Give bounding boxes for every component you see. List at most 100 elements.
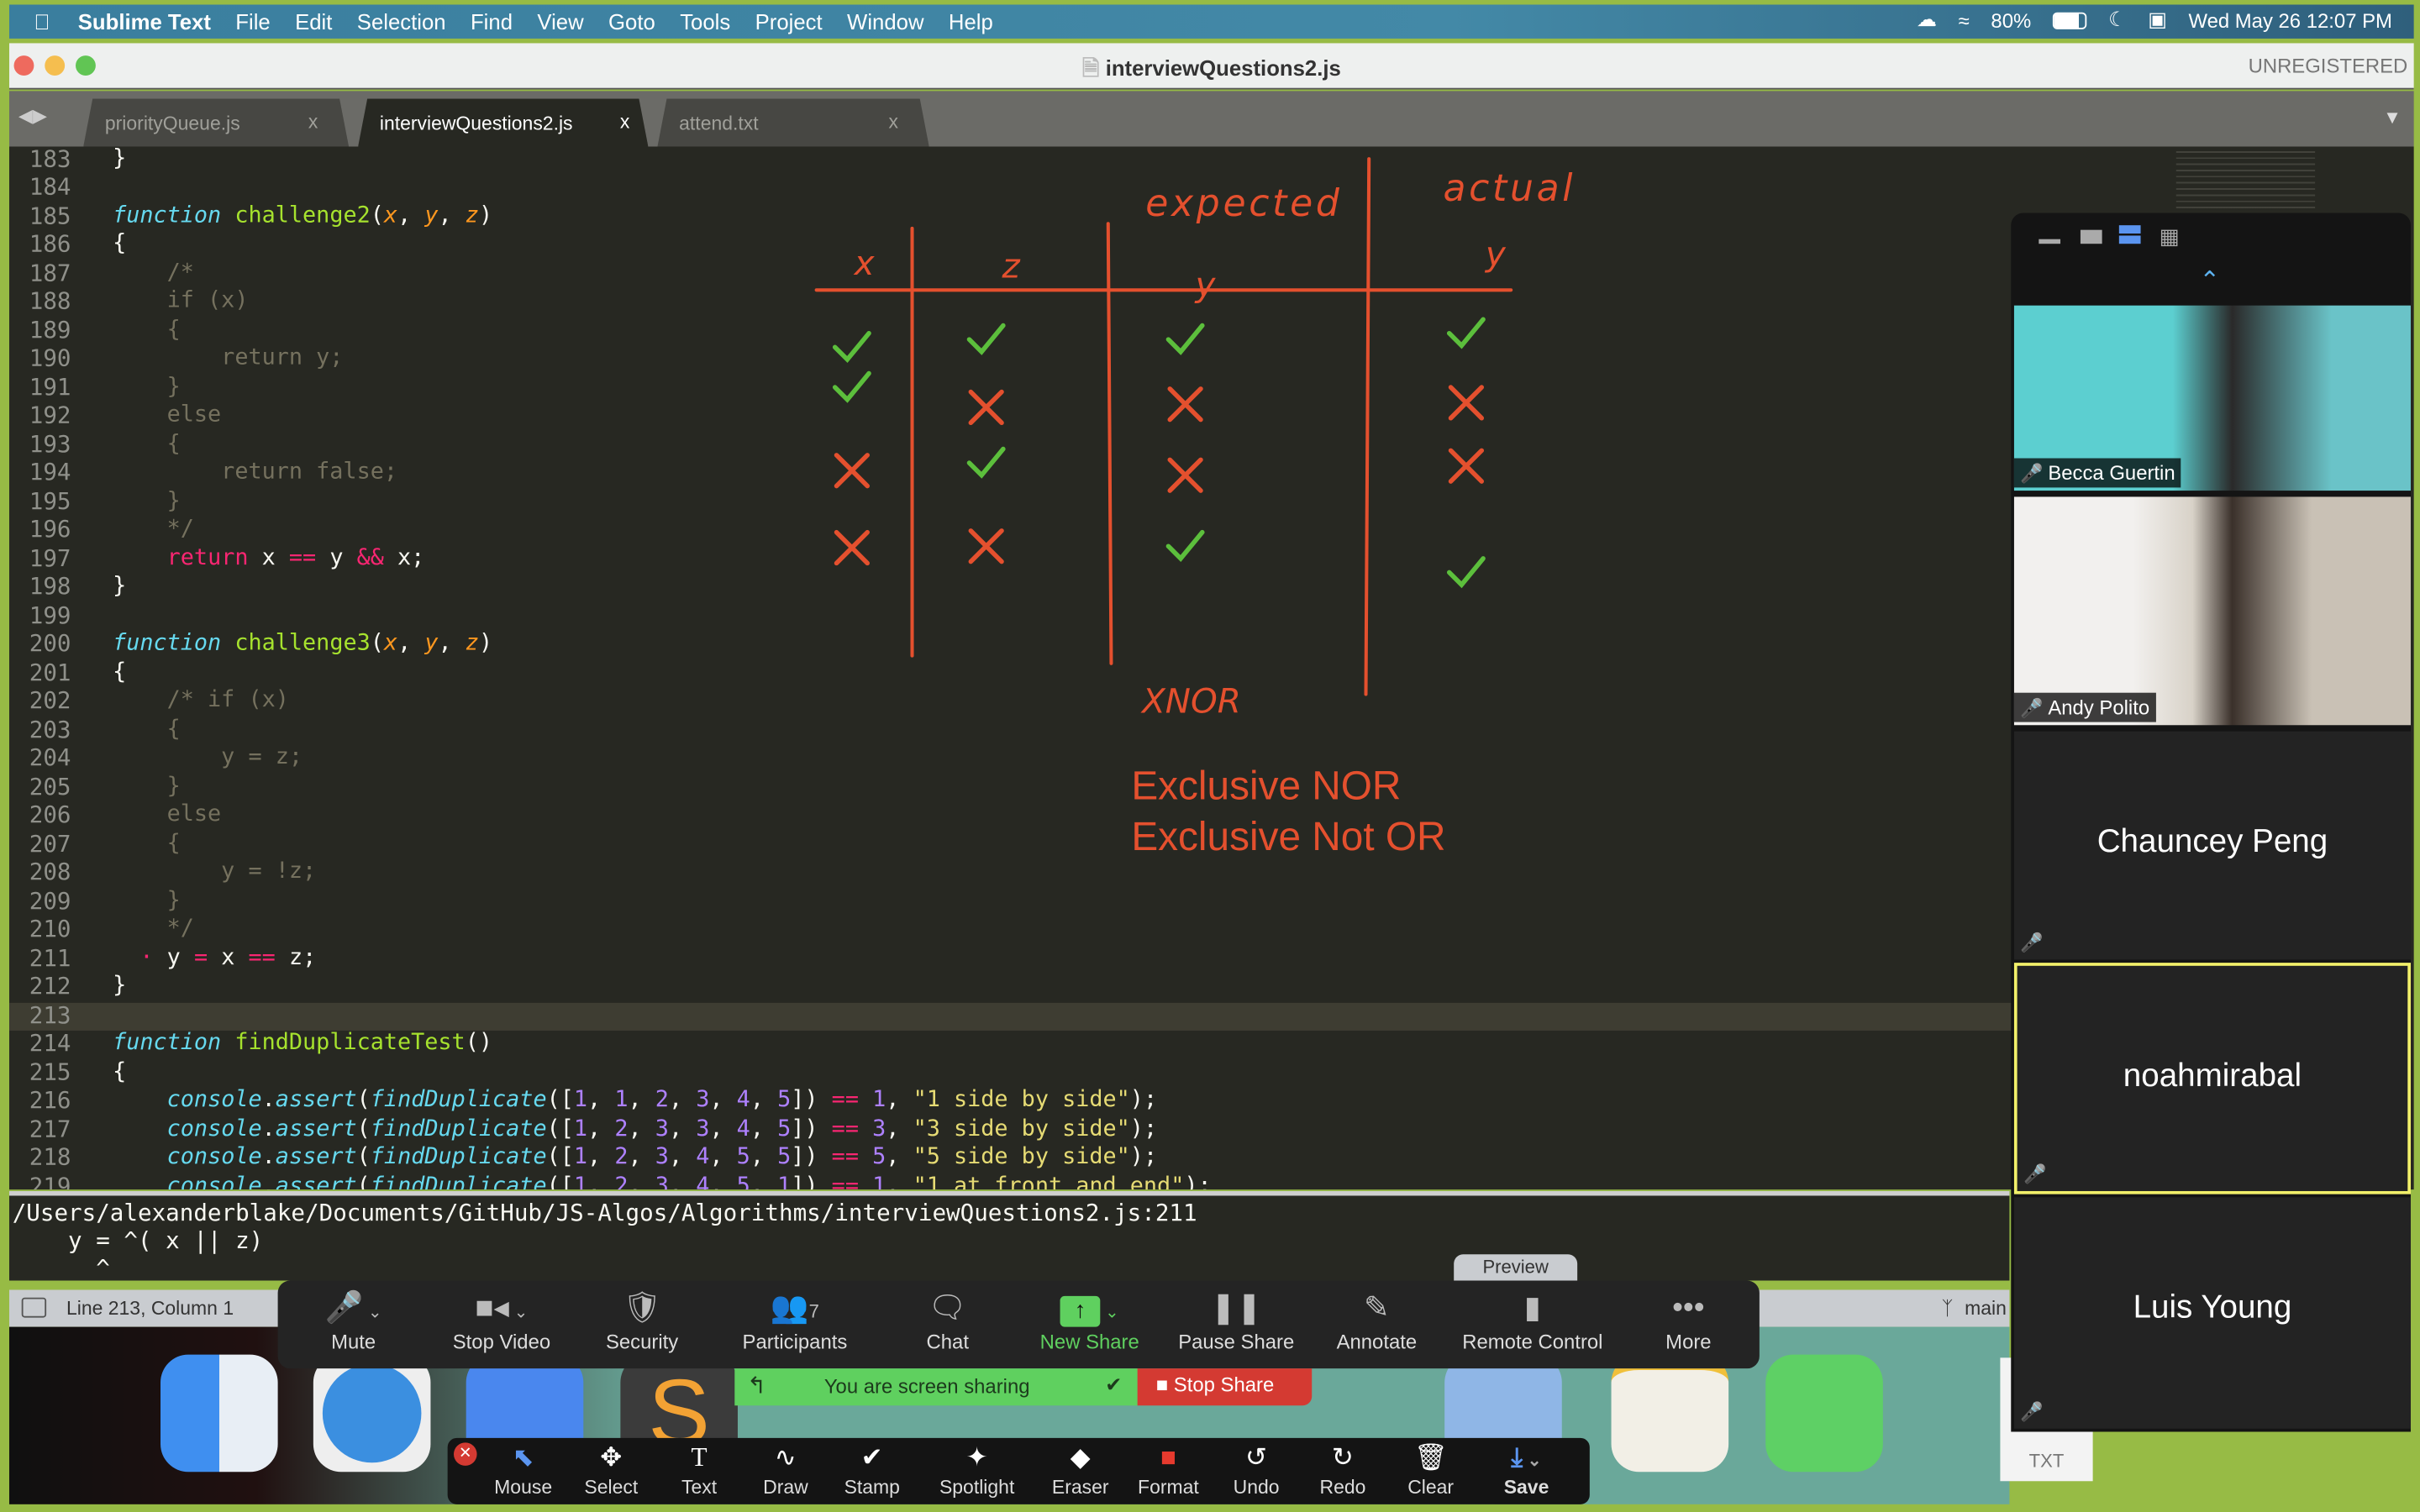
close-annotation-icon[interactable]: ✕ <box>454 1442 477 1466</box>
cloud-upload-icon[interactable]: ☁ <box>1917 8 1937 32</box>
line-number: 202 <box>29 686 71 715</box>
battery-icon[interactable] <box>2052 11 2087 29</box>
tab-close-icon[interactable]: x <box>308 111 318 133</box>
column-header: y <box>1195 265 1217 305</box>
label: Eraser <box>1051 1476 1109 1499</box>
participant-tile[interactable]: Luis Young 🎤 <box>2013 1197 2411 1429</box>
mouse-icon: ▮ <box>1523 1291 1541 1326</box>
redo-button[interactable]: ↻ Redo <box>1320 1442 1366 1498</box>
eraser-tool[interactable]: ◆ Eraser <box>1052 1442 1109 1498</box>
check-mark <box>832 330 871 364</box>
pause-share-button[interactable]: ❚❚ Pause Share <box>1178 1287 1294 1352</box>
chat-button[interactable]: 🗨 Chat <box>927 1287 969 1352</box>
control-center-icon[interactable]: ▣ <box>2148 8 2167 32</box>
tab-close-icon[interactable]: x <box>889 111 898 133</box>
menu-project[interactable]: Project <box>755 9 823 34</box>
save-button[interactable]: ⤓ ⌄ Save <box>1504 1442 1549 1498</box>
participants-button[interactable]: 👥7 Participants <box>743 1287 848 1352</box>
dock-finder-icon[interactable] <box>160 1354 278 1473</box>
cross-mark <box>1448 448 1485 484</box>
error-caret: ^ <box>12 1254 110 1283</box>
check-mark <box>1165 323 1205 355</box>
column-header: x <box>853 243 876 283</box>
apple-menu-icon[interactable]:  <box>34 9 50 34</box>
menu-view[interactable]: View <box>537 9 583 34</box>
unregistered-label: UNREGISTERED <box>2248 54 2408 77</box>
draw-tool[interactable]: ∿ Draw <box>763 1442 808 1498</box>
remote-control-button[interactable]: ▮ Remote Control <box>1462 1287 1602 1352</box>
participant-tile[interactable]: 🎤 Andy Polito <box>2013 496 2411 726</box>
check-mark <box>1165 529 1205 562</box>
chat-bubble-icon: 🗨 <box>928 1291 968 1326</box>
line-number: 188 <box>29 286 71 315</box>
menu-goto[interactable]: Goto <box>608 9 655 34</box>
label: Annotate <box>1336 1330 1418 1353</box>
undo-button[interactable]: ↺ Undo <box>1234 1442 1280 1498</box>
participant-tile[interactable]: Chauncey Peng 🎤 <box>2013 731 2411 960</box>
format-tool[interactable]: ■ Format <box>1138 1442 1199 1498</box>
stop-video-button[interactable]: ■◂ ⌄ Stop Video <box>453 1287 550 1352</box>
moon-icon[interactable]: ☾ <box>2108 8 2126 32</box>
menu-window[interactable]: Window <box>847 9 923 34</box>
tab-attend[interactable]: attend.txt x <box>657 99 929 147</box>
more-button[interactable]: ••• More <box>1665 1287 1711 1352</box>
menu-tools[interactable]: Tools <box>680 9 730 34</box>
grid-view-icon[interactable]: ▦ <box>2160 223 2180 249</box>
shield-icon: 🛡 <box>622 1291 662 1326</box>
clock[interactable]: Wed May 26 12:07 PM <box>2188 8 2391 32</box>
gallery-strip-view-icon[interactable] <box>2118 225 2141 244</box>
shield-check-icon: ✔ <box>1105 1373 1123 1397</box>
spotlight-tool[interactable]: ✦ Spotlight <box>939 1442 1014 1498</box>
mute-button[interactable]: 🎤 ⌄ Mute <box>324 1287 381 1352</box>
minimap[interactable] <box>2175 146 2316 208</box>
menu-edit[interactable]: Edit <box>295 9 332 34</box>
tab-nav-arrows-icon[interactable]: ◀▶ <box>18 105 47 127</box>
battery-percent[interactable]: 80% <box>1991 8 2031 32</box>
menu-app-name[interactable]: Sublime Text <box>78 9 211 34</box>
menu-find[interactable]: Find <box>471 9 513 34</box>
move-arrows-icon: ✥ <box>600 1442 623 1473</box>
participant-name: Becca Guertin <box>2048 461 2175 485</box>
tab-interviewquestions2[interactable]: interviewQuestions2.js x <box>358 99 648 147</box>
window-titlebar: 🗎 interviewQuestions2.js UNREGISTERED <box>9 43 2414 90</box>
git-branch[interactable]: main <box>1965 1298 2007 1320</box>
trash-icon: 🗑 <box>1413 1442 1448 1473</box>
tab-priorityqueue[interactable]: priorityQueue.js x <box>83 99 349 147</box>
tab-label: priorityQueue.js <box>104 113 240 134</box>
panel-toggle-icon[interactable] <box>21 1297 47 1318</box>
annotate-button[interactable]: ✎ Annotate <box>1336 1287 1418 1353</box>
build-output-panel: /Users/alexanderblake/Documents/GitHub/J… <box>9 1190 2010 1283</box>
minimize-view-icon[interactable] <box>2039 239 2061 244</box>
mouse-tool[interactable]: ⬉ Mouse <box>494 1442 552 1498</box>
security-button[interactable]: 🛡 Security <box>606 1287 678 1352</box>
menu-file[interactable]: File <box>235 9 270 34</box>
line-number: 184 <box>29 172 71 201</box>
save-download-icon: ⤓ ⌄ <box>1511 1442 1542 1473</box>
new-share-button[interactable]: ↑ ⌄ New Share <box>1040 1287 1139 1353</box>
tab-dropdown-icon[interactable]: ▼ <box>2383 107 2402 129</box>
cross-mark <box>834 529 871 566</box>
active-speaker-view-icon[interactable] <box>2080 229 2102 244</box>
participant-tile[interactable]: 🎤 Becca Guertin <box>2013 305 2411 491</box>
stamp-tool[interactable]: ✔ Stamp <box>844 1442 900 1498</box>
stop-share-button[interactable]: ■ Stop Share <box>1137 1368 1313 1406</box>
tab-close-icon[interactable]: x <box>620 111 629 133</box>
line-number: 191 <box>29 372 71 401</box>
text-tool[interactable]: T Text <box>681 1442 717 1498</box>
scroll-up-chevron-icon[interactable]: ⌃ <box>2199 265 2220 297</box>
preview-tab[interactable]: Preview <box>1454 1254 1578 1281</box>
dock-messages-icon[interactable] <box>1765 1354 1883 1473</box>
label: Select <box>584 1476 639 1499</box>
wifi-icon[interactable]: ≈ <box>1959 8 1970 32</box>
menu-selection[interactable]: Selection <box>357 9 446 34</box>
dock-notes-icon[interactable] <box>1611 1354 1729 1473</box>
annotation-layer: x z y y expected actual XNOR <box>814 157 1573 722</box>
clear-button[interactable]: 🗑 Clear <box>1407 1442 1454 1498</box>
dock-safari-icon[interactable] <box>322 1363 422 1463</box>
select-tool[interactable]: ✥ Select <box>584 1442 638 1498</box>
participant-tile-active-speaker[interactable]: noahmirabal 🎤 <box>2013 963 2411 1194</box>
error-path: /Users/alexanderblake/Documents/GitHub/J… <box>12 1199 1197 1227</box>
menu-help[interactable]: Help <box>949 9 993 34</box>
label: Mouse <box>494 1476 553 1499</box>
sharing-status: ↰ You are screen sharing ✔ <box>734 1368 1138 1406</box>
